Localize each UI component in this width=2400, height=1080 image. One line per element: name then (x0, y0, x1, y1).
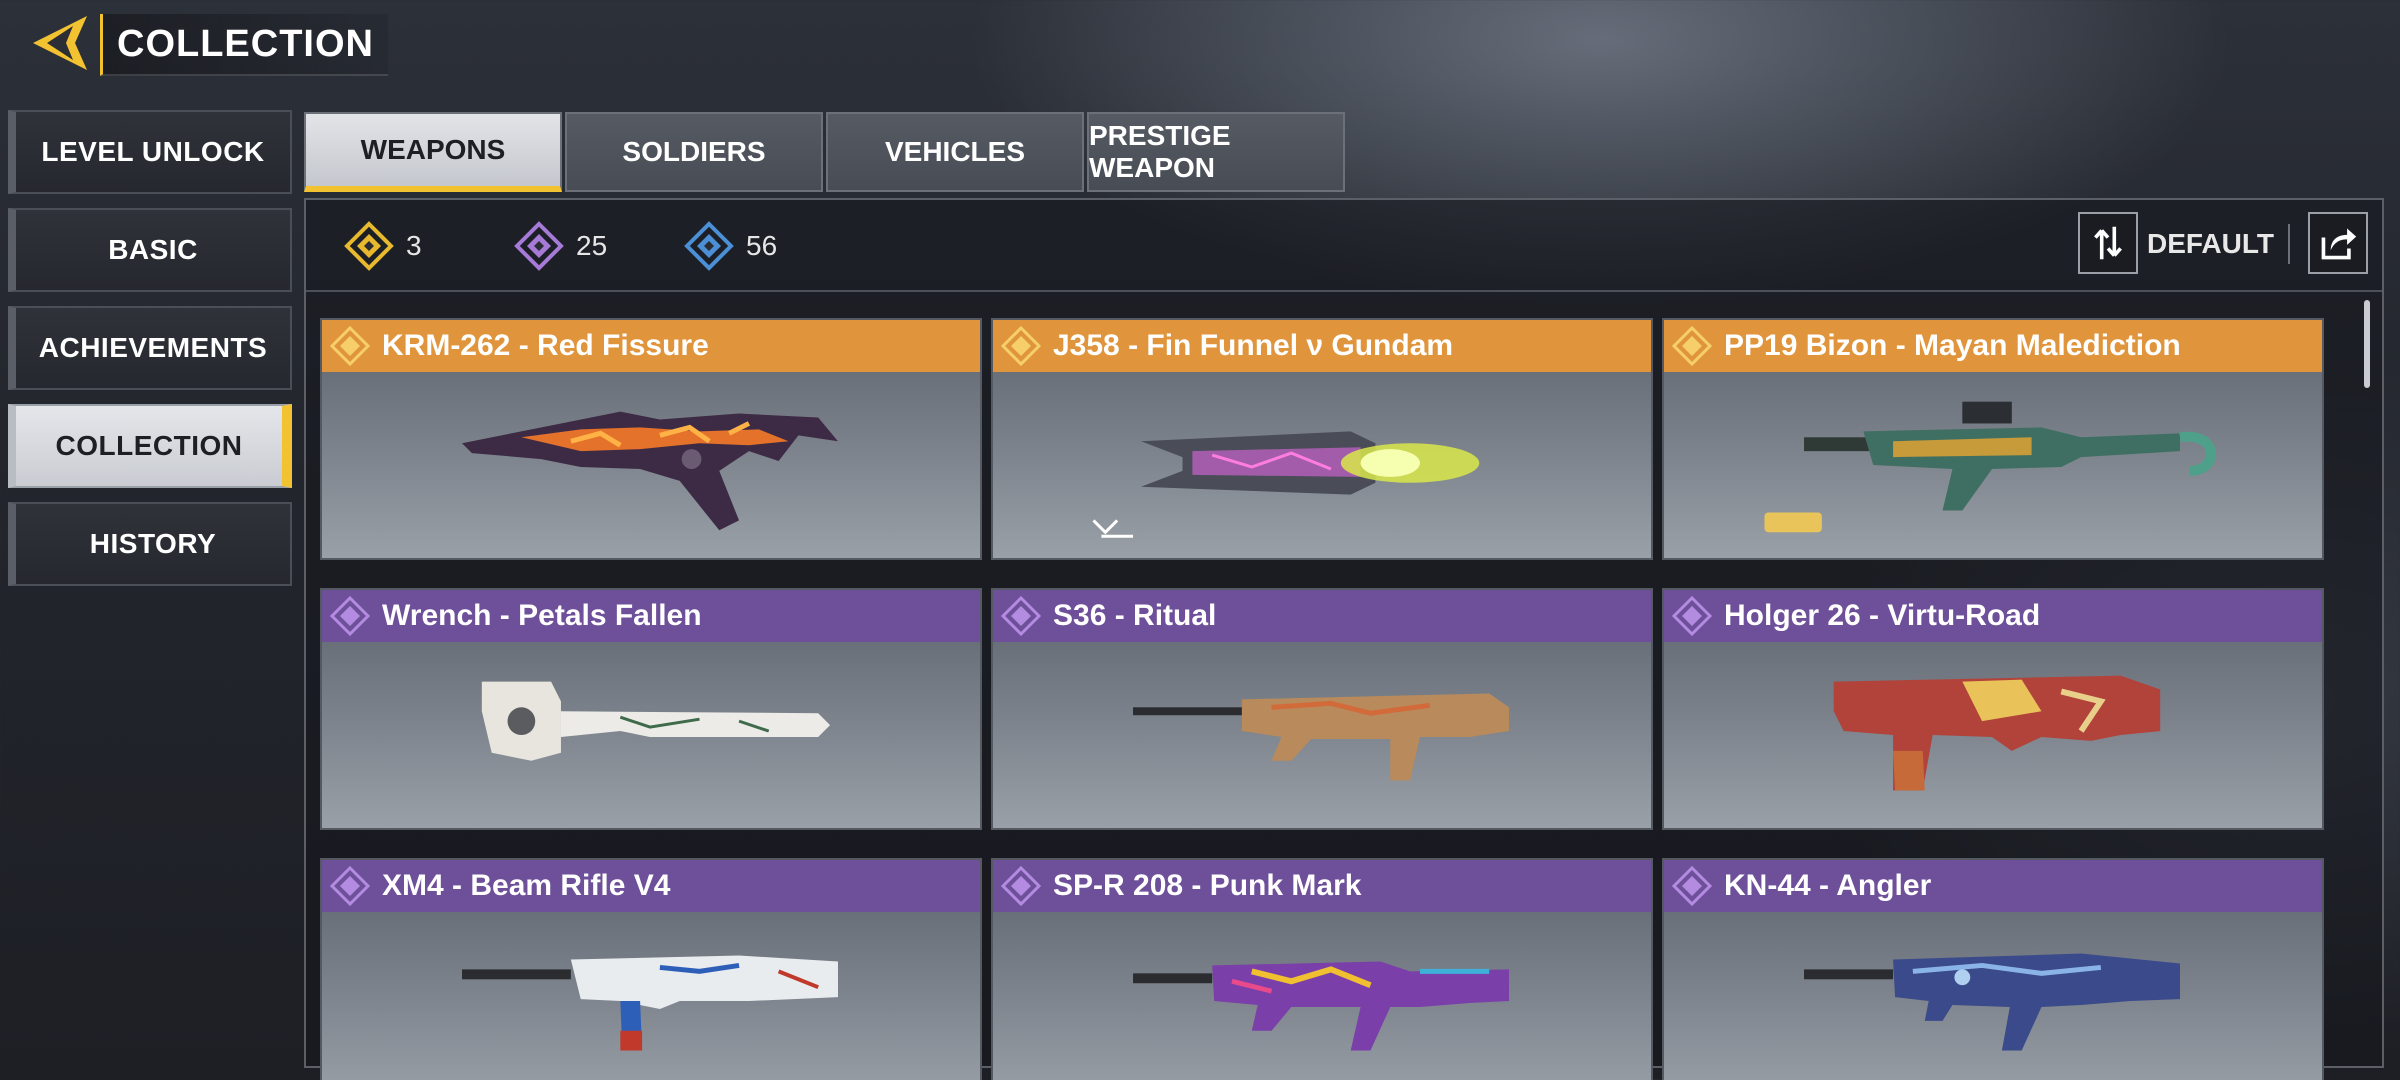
sort-button[interactable] (2078, 212, 2138, 274)
back-arrow-icon (25, 12, 95, 79)
tab-vehicles[interactable]: VEHICLES (826, 112, 1084, 192)
legendary-rarity-icon (1001, 326, 1041, 366)
share-icon (2321, 228, 2357, 260)
epic-count: 25 (576, 230, 608, 261)
sidebar: LEVEL UNLOCK BASIC ACHIEVEMENTS COLLECTI… (8, 110, 292, 600)
epic-rarity-icon (1672, 866, 1712, 906)
weapon-image (1664, 372, 2322, 558)
weapon-image (993, 642, 1651, 828)
weapon-image (322, 642, 980, 828)
epic-rarity-icon (330, 866, 370, 906)
sidebar-item-collection[interactable]: COLLECTION (8, 404, 292, 488)
rare-count-stat: 56 (684, 221, 778, 271)
rarity-stats-bar: 3 25 56 DEFAULT (306, 200, 2382, 292)
weapon-grid: KRM-262 - Red Fissure J358 - Fin Funnel … (320, 318, 2324, 1080)
epic-count-stat: 25 (514, 221, 608, 271)
weapon-name: SP-R 208 - Punk Mark (1053, 869, 1362, 902)
card-header: S36 - Ritual (993, 590, 1651, 642)
weapon-card[interactable]: KN-44 - Angler (1662, 858, 2324, 1080)
weapon-name: XM4 - Beam Rifle V4 (382, 869, 671, 902)
weapon-card[interactable]: SP-R 208 - Punk Mark (991, 858, 1653, 1080)
weapon-image (993, 372, 1651, 558)
rare-count: 56 (746, 230, 778, 261)
sort-arrows-icon (2094, 226, 2122, 260)
sidebar-item-history[interactable]: HISTORY (8, 502, 292, 586)
card-header: J358 - Fin Funnel ν Gundam (993, 320, 1651, 372)
card-header: SP-R 208 - Punk Mark (993, 860, 1651, 912)
weapon-card[interactable]: XM4 - Beam Rifle V4 (320, 858, 982, 1080)
legendary-count-stat: 3 (344, 221, 422, 271)
card-header: Holger 26 - Virtu-Road (1664, 590, 2322, 642)
legendary-rarity-icon (330, 326, 370, 366)
weapon-card[interactable]: Wrench - Petals Fallen (320, 588, 982, 830)
epic-diamond-icon (514, 221, 564, 271)
sidebar-item-achievements[interactable]: ACHIEVEMENTS (8, 306, 292, 390)
card-header: Wrench - Petals Fallen (322, 590, 980, 642)
weapon-card[interactable]: Holger 26 - Virtu-Road (1662, 588, 2324, 830)
sort-mode-label[interactable]: DEFAULT (2147, 224, 2290, 264)
tab-soldiers[interactable]: SOLDIERS (565, 112, 823, 192)
card-header: KRM-262 - Red Fissure (322, 320, 980, 372)
rare-diamond-icon (684, 221, 734, 271)
weapon-name: J358 - Fin Funnel ν Gundam (1053, 329, 1454, 362)
epic-rarity-icon (330, 596, 370, 636)
weapon-card[interactable]: KRM-262 - Red Fissure (320, 318, 982, 560)
back-button[interactable] (24, 14, 96, 76)
weapon-name: KN-44 - Angler (1724, 869, 1932, 902)
weapon-card[interactable]: PP19 Bizon - Mayan Malediction (1662, 318, 2324, 560)
weapon-card[interactable]: S36 - Ritual (991, 588, 1653, 830)
weapon-image (322, 912, 980, 1080)
weapon-image (993, 912, 1651, 1080)
share-button[interactable] (2308, 212, 2368, 274)
sidebar-item-level-unlock[interactable]: LEVEL UNLOCK (8, 110, 292, 194)
weapon-name: Holger 26 - Virtu-Road (1724, 599, 2041, 632)
grid-scrollbar[interactable] (2364, 300, 2370, 388)
weapon-image (322, 372, 980, 558)
weapon-image (1664, 912, 2322, 1080)
weapon-name: KRM-262 - Red Fissure (382, 329, 709, 362)
card-header: XM4 - Beam Rifle V4 (322, 860, 980, 912)
card-header: PP19 Bizon - Mayan Malediction (1664, 320, 2322, 372)
weapon-card[interactable]: J358 - Fin Funnel ν Gundam (991, 318, 1653, 560)
legendary-rarity-icon (1672, 326, 1712, 366)
card-header: KN-44 - Angler (1664, 860, 2322, 912)
weapon-name: S36 - Ritual (1053, 599, 1217, 632)
epic-rarity-icon (1001, 866, 1041, 906)
weapon-name: PP19 Bizon - Mayan Malediction (1724, 329, 2181, 362)
epic-rarity-icon (1001, 596, 1041, 636)
page-title: COLLECTION (100, 14, 388, 76)
collection-panel: 3 25 56 DEFAULT KRM-262 - Red Fissure J3… (304, 198, 2384, 1080)
sidebar-item-basic[interactable]: BASIC (8, 208, 292, 292)
legendary-diamond-icon (344, 221, 394, 271)
tab-weapons[interactable]: WEAPONS (304, 112, 562, 192)
epic-rarity-icon (1672, 596, 1712, 636)
weapon-name: Wrench - Petals Fallen (382, 599, 702, 632)
legendary-count: 3 (406, 230, 422, 261)
weapon-image (1664, 642, 2322, 828)
tab-prestige-weapon[interactable]: PRESTIGE WEAPON (1087, 112, 1345, 192)
tab-bar: WEAPONS SOLDIERS VEHICLES PRESTIGE WEAPO… (304, 112, 1348, 192)
